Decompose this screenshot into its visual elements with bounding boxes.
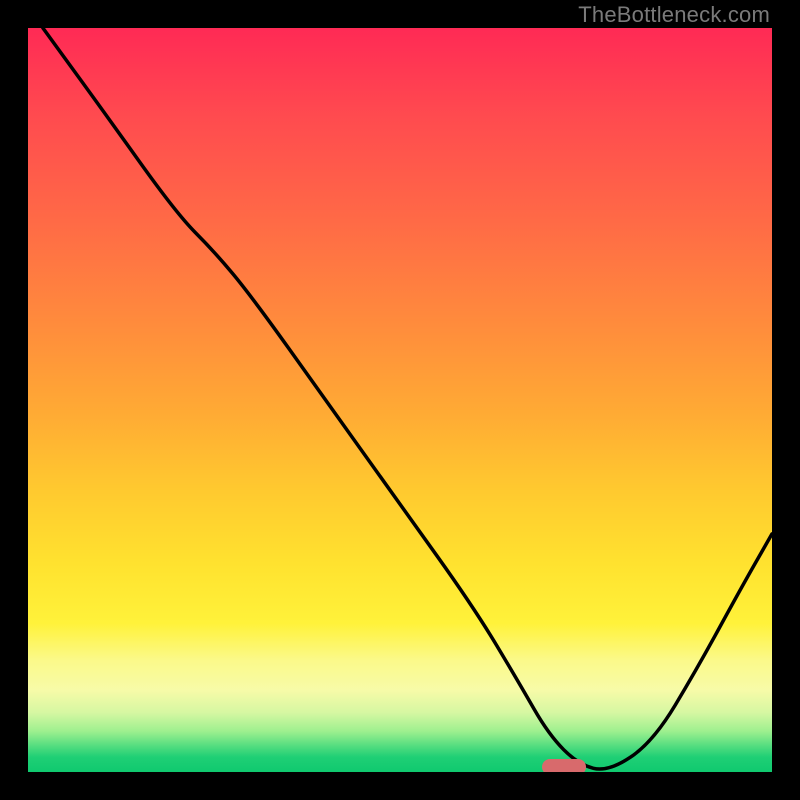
frame-border xyxy=(0,772,800,800)
frame-border xyxy=(772,0,800,800)
chart-frame: TheBottleneck.com xyxy=(0,0,800,800)
watermark-text: TheBottleneck.com xyxy=(578,2,770,28)
plot-area xyxy=(28,28,772,772)
frame-border xyxy=(0,0,28,800)
bottleneck-curve xyxy=(28,28,772,772)
